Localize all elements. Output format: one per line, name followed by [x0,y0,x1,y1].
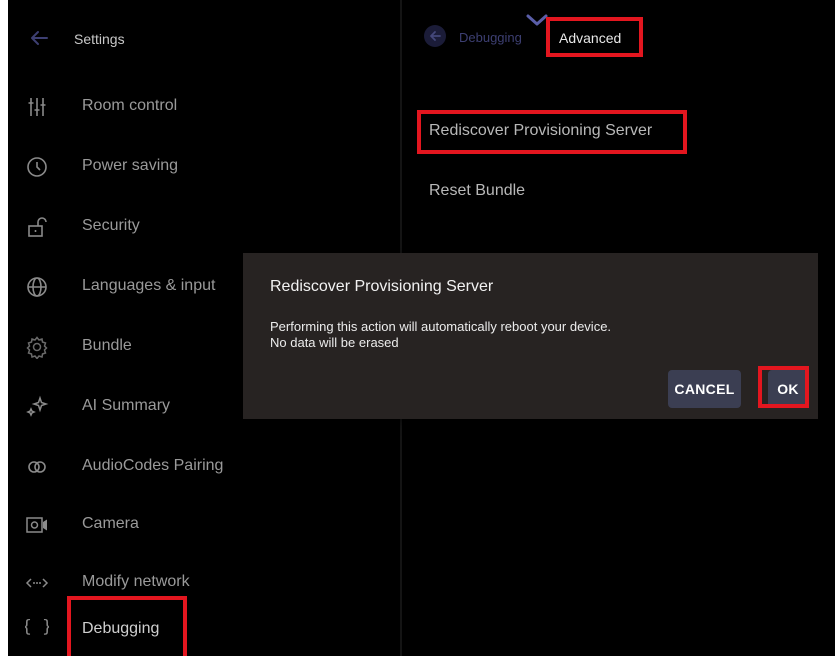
ok-button[interactable]: OK [768,370,808,408]
sidebar-item-label: Room control [82,97,178,114]
option-reset-bundle[interactable]: Reset Bundle [429,182,525,200]
dialog-message-line: No data will be erased [270,335,399,350]
settings-title: Settings [74,31,125,47]
sidebar-item-power-saving[interactable]: Power saving [8,142,400,194]
unlock-icon [25,215,49,239]
sidebar-item-label: Power saving [82,157,179,174]
chevron-down-icon[interactable] [525,13,549,29]
sidebar-item-label: AI Summary [82,397,171,414]
pairing-icon [25,455,49,479]
back-arrow-icon[interactable] [28,27,50,49]
option-rediscover-provisioning-server[interactable]: Rediscover Provisioning Server [429,122,652,140]
sidebar-item-label: Security [82,217,140,234]
sidebar-item-camera[interactable]: Camera [8,500,400,552]
dialog-message: Performing this action will automaticall… [270,319,611,351]
clock-icon [25,155,49,179]
globe-icon [25,275,49,299]
sidebar-item-security[interactable]: Security [8,202,400,254]
network-icon [25,571,49,595]
sliders-icon [25,95,49,119]
dialog-message-line: Performing this action will automaticall… [270,319,612,334]
sidebar-item-label: Modify network [82,573,190,590]
breadcrumb-current: Advanced [559,30,622,46]
back-circle-icon[interactable] [424,25,446,47]
cancel-button[interactable]: CANCEL [668,370,741,408]
sidebar-item-debugging[interactable]: { } Debugging [8,596,400,656]
sidebar-item-audiocodes-pairing[interactable]: AudioCodes Pairing [8,442,400,494]
braces-icon: { } [25,614,49,638]
device-screen: Settings Room control Power saving Secur… [8,0,835,656]
breadcrumb-parent[interactable]: Debugging [459,30,522,45]
sidebar-item-label: Camera [82,515,139,532]
svg-text:{ }: { } [25,617,49,637]
sidebar-item-room-control[interactable]: Room control [8,82,400,134]
sidebar-item-label: Debugging [82,620,160,637]
sidebar-item-label: Bundle [82,337,132,354]
sidebar-item-label: Languages & input [82,277,216,294]
confirm-dialog: Rediscover Provisioning Server Performin… [243,253,818,419]
sidebar-item-label: AudioCodes Pairing [82,457,224,474]
gear-icon [25,335,49,359]
dialog-title: Rediscover Provisioning Server [270,278,494,295]
camera-icon [25,513,49,537]
sparkle-icon [25,395,49,419]
